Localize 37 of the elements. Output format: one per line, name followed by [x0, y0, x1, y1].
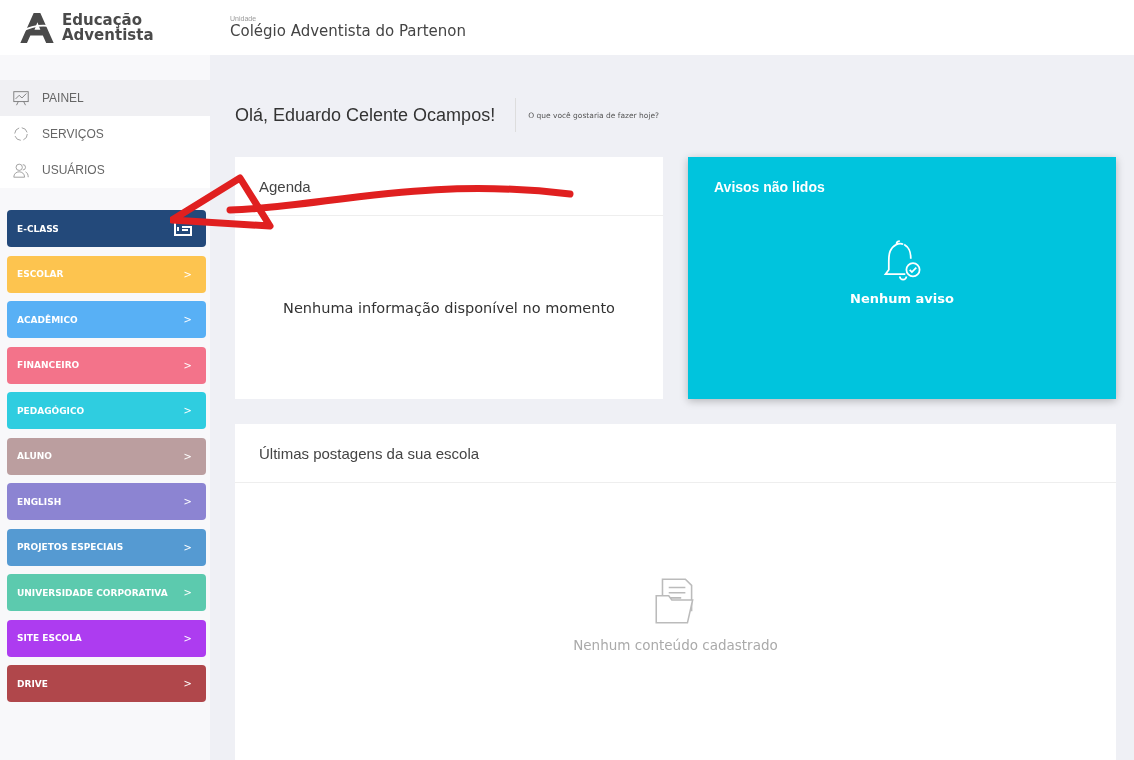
module-button[interactable]: PROJETOS ESPECIAIS > [7, 528, 206, 566]
empty-message: Nenhum conteúdo cadastrado [573, 637, 778, 653]
module-button[interactable]: UNIVERSIDADE CORPORATIVA > [7, 574, 206, 611]
users-icon [12, 161, 30, 179]
chevron-icon: > [183, 268, 192, 280]
module-button[interactable]: ENGLISH > [7, 483, 206, 520]
empty-message: Nenhum aviso [850, 291, 954, 306]
module-button[interactable]: FINANCEIRO > [7, 346, 206, 384]
logo-icon [20, 12, 54, 43]
chevron-icon: > [183, 359, 192, 371]
chevron-icon: > [183, 496, 192, 507]
classroom-icon [174, 221, 192, 236]
sidebar-item[interactable]: USUÁRIOS [0, 152, 210, 188]
empty-message: Nenhuma informação disponível no momento [283, 299, 615, 316]
chevron-icon: > [183, 632, 192, 644]
chevron-icon: > [183, 541, 192, 553]
chevron-icon: > [183, 450, 192, 462]
card-title: Últimas postagens da sua escola [259, 444, 480, 462]
sidebar-item[interactable]: PAINEL [0, 80, 210, 116]
card-title: Agenda [259, 177, 311, 195]
chevron-icon: > [183, 587, 192, 598]
module-button[interactable]: ACADÊMICO > [7, 301, 206, 338]
card-title: Avisos não lidos [714, 179, 826, 195]
chevron-icon: > [183, 405, 192, 416]
services-icon [12, 125, 30, 143]
chart-icon [12, 89, 30, 107]
sidebar-item[interactable]: SERVIÇOS [0, 116, 210, 152]
unit-name: Colégio Adventista do Partenon [230, 22, 466, 40]
chevron-icon: > [183, 678, 192, 689]
module-button[interactable]: ALUNO > [7, 437, 206, 475]
logo-text: Educação Adventista [62, 12, 154, 43]
module-button[interactable]: PEDAGÓGICO > [7, 392, 206, 429]
greeting-heading: Olá, Eduardo Celente Ocampos! [235, 104, 496, 126]
module-button[interactable]: E-CLASS [7, 210, 206, 247]
module-button[interactable]: DRIVE > [7, 665, 206, 702]
module-button[interactable]: SITE ESCOLA > [7, 619, 206, 657]
chevron-icon: > [183, 314, 192, 325]
